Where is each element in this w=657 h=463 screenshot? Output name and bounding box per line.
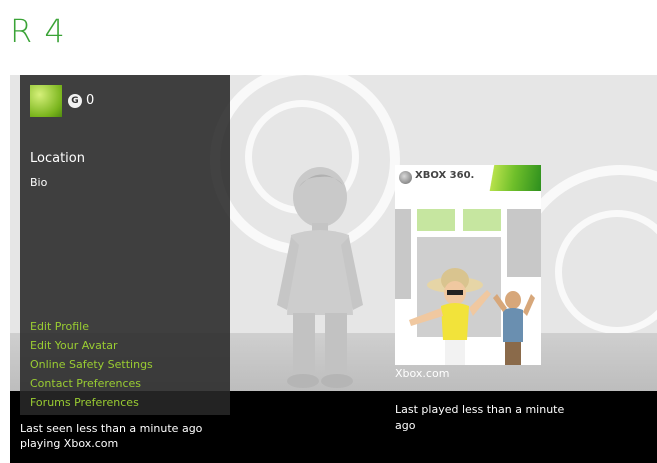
profile-stage: G 0 Location Bio Edit Profile Edit Your … <box>10 75 657 463</box>
gamerscore-value: 0 <box>86 93 95 108</box>
last-played-status: Last played less than a minute ago <box>395 403 565 432</box>
last-seen-status: Last seen less than a minute ago playing… <box>20 422 203 450</box>
gamertag-title: R 4 <box>10 12 66 50</box>
game-avatars-illustration <box>409 268 535 365</box>
game-tile[interactable]: XBOX 360. <box>395 165 541 365</box>
green-stripes <box>481 165 541 191</box>
profile-menu: Edit Profile Edit Your Avatar Online Saf… <box>30 317 153 412</box>
edit-profile-link[interactable]: Edit Profile <box>30 317 153 336</box>
tile-block <box>463 209 501 231</box>
forums-preferences-link[interactable]: Forums Preferences <box>30 393 153 412</box>
gamerpic-avatar[interactable] <box>30 85 62 117</box>
avatar-figure <box>277 167 363 388</box>
game-name-link[interactable]: Xbox.com <box>395 367 449 380</box>
profile-panel: G 0 Location Bio Edit Profile Edit Your … <box>20 75 230 415</box>
tile-block <box>417 209 455 231</box>
edit-avatar-link[interactable]: Edit Your Avatar <box>30 336 153 355</box>
online-safety-link[interactable]: Online Safety Settings <box>30 355 153 374</box>
bio-label: Bio <box>30 176 48 189</box>
xbox-brand-text: XBOX 360. <box>415 170 475 181</box>
gamerscore-icon: G <box>68 94 82 108</box>
location-label: Location <box>30 151 85 166</box>
game-tile-header: XBOX 360. <box>395 165 541 191</box>
xbox-logo-icon <box>399 171 412 184</box>
contact-preferences-link[interactable]: Contact Preferences <box>30 374 153 393</box>
